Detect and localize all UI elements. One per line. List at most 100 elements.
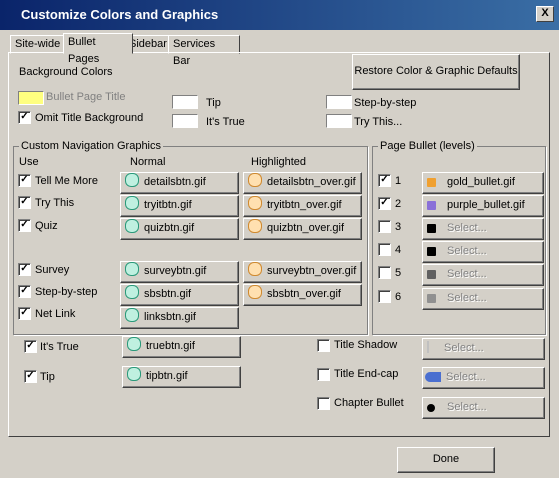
bullet-icon: [427, 247, 436, 256]
omit-title-background-checkbox[interactable]: ✓: [18, 111, 31, 124]
quiz-checkbox[interactable]: ✓: [18, 219, 31, 232]
file-name: tryitbtn_over.gif: [267, 199, 342, 211]
level-1-label: 1: [395, 175, 402, 187]
net-link-checkbox[interactable]: ✓: [18, 307, 31, 320]
lightbulb-icon: [125, 196, 139, 210]
survey-checkbox[interactable]: ✓: [18, 263, 31, 276]
close-button[interactable]: X: [536, 6, 554, 22]
tell-me-more-normal-button[interactable]: detailsbtn.gif: [120, 172, 239, 194]
level-4-checkbox[interactable]: [378, 243, 391, 256]
quiz-normal-button[interactable]: quizbtn.gif: [120, 218, 239, 240]
bullet-page-title-swatch[interactable]: [18, 91, 44, 105]
file-name: purple_bullet.gif: [447, 199, 525, 211]
tip-checkbox[interactable]: ✓: [24, 370, 37, 383]
survey-normal-button[interactable]: surveybtn.gif: [120, 261, 239, 283]
steps-icon: [248, 285, 262, 299]
step-by-step-normal-button[interactable]: sbsbtn.gif: [120, 284, 239, 306]
file-name: Select...: [447, 245, 487, 257]
level-3-select-button[interactable]: Select...: [422, 218, 544, 240]
omit-title-background-label: Omit Title Background: [35, 112, 144, 124]
tell-me-more-checkbox[interactable]: ✓: [18, 174, 31, 187]
chapter-bullet-select-button[interactable]: Select...: [422, 397, 545, 419]
window-title: Customize Colors and Graphics: [21, 7, 219, 22]
tab-bullet-pages[interactable]: Bullet Pages: [63, 33, 133, 65]
tip-color-swatch[interactable]: [172, 95, 198, 109]
file-name: surveybtn.gif: [144, 265, 207, 277]
level-3-checkbox[interactable]: [378, 220, 391, 233]
tab-label: Bullet Pages: [68, 36, 100, 65]
step-by-step-label: Step-by-step: [35, 286, 98, 298]
select-label: Select...: [444, 342, 484, 354]
level-5-label: 5: [395, 267, 402, 279]
chapter-bullet-label: Chapter Bullet: [334, 397, 404, 409]
file-name: sbsbtn.gif: [144, 288, 192, 300]
bullet-page-title-label: Bullet Page Title: [46, 91, 126, 103]
level-6-select-button[interactable]: Select...: [422, 288, 544, 310]
file-name: gold_bullet.gif: [447, 176, 515, 188]
column-normal-header: Normal: [130, 156, 166, 168]
try-this-highlighted-button[interactable]: tryitbtn_over.gif: [243, 195, 362, 217]
level-1-checkbox[interactable]: ✓: [378, 174, 391, 187]
level-5-select-button[interactable]: Select...: [422, 264, 544, 286]
tab-label: Sidebar: [129, 38, 167, 50]
its-true-checkbox[interactable]: ✓: [24, 340, 37, 353]
file-name: surveybtn_over.gif: [267, 265, 357, 277]
try-this-color-label: Try This...: [354, 116, 403, 128]
level-1-select-button[interactable]: gold_bullet.gif: [422, 172, 544, 194]
page-bullet-group-label: Page Bullet (levels): [378, 140, 477, 152]
steps-icon: [125, 285, 139, 299]
lightbulb-icon: [248, 196, 262, 210]
quiz-icon: [248, 219, 262, 233]
step-by-step-highlighted-button[interactable]: sbsbtn_over.gif: [243, 284, 362, 306]
try-this-checkbox[interactable]: ✓: [18, 196, 31, 209]
bullet-icon: [427, 270, 436, 279]
net-link-label: Net Link: [35, 308, 76, 320]
level-6-checkbox[interactable]: [378, 290, 391, 303]
title-endcap-checkbox[interactable]: [317, 368, 330, 381]
level-4-select-button[interactable]: Select...: [422, 241, 544, 263]
restore-defaults-button[interactable]: Restore Color & Graphic Defaults: [352, 54, 520, 90]
survey-label: Survey: [35, 264, 70, 276]
close-icon: X: [541, 7, 549, 19]
globe-icon: [248, 173, 262, 187]
survey-icon: [248, 262, 262, 276]
chapter-bullet-checkbox[interactable]: [317, 397, 330, 410]
select-label: Select...: [446, 371, 486, 383]
level-6-label: 6: [395, 291, 402, 303]
try-this-normal-button[interactable]: tryitbtn.gif: [120, 195, 239, 217]
bullet-icon: [427, 224, 436, 233]
tip-color-label: Tip: [206, 97, 221, 109]
title-endcap-select-button[interactable]: Select...: [422, 367, 545, 389]
title-shadow-checkbox[interactable]: [317, 339, 330, 352]
level-2-checkbox[interactable]: ✓: [378, 197, 391, 210]
endcap-icon: [425, 372, 441, 382]
quiz-highlighted-button[interactable]: quizbtn_over.gif: [243, 218, 362, 240]
step-by-step-checkbox[interactable]: ✓: [18, 285, 31, 298]
restore-defaults-label: Restore Color & Graphic Defaults: [354, 65, 518, 77]
survey-highlighted-button[interactable]: surveybtn_over.gif: [243, 261, 362, 283]
its-true-normal-button[interactable]: truebtn.gif: [122, 336, 241, 358]
level-5-checkbox[interactable]: [378, 266, 391, 279]
net-link-normal-button[interactable]: linksbtn.gif: [120, 307, 239, 329]
tip-normal-button[interactable]: tipbtn.gif: [122, 366, 241, 388]
level-2-select-button[interactable]: purple_bullet.gif: [422, 195, 544, 217]
title-shadow-select-button[interactable]: Select...: [422, 338, 545, 360]
its-true-label: It's True: [40, 341, 79, 353]
level-2-label: 2: [395, 198, 402, 210]
step-by-step-color-swatch[interactable]: [326, 95, 352, 109]
column-highlighted-header: Highlighted: [251, 156, 307, 168]
try-this-color-swatch[interactable]: [326, 114, 352, 128]
survey-icon: [125, 262, 139, 276]
bullet-icon: [427, 294, 436, 303]
select-label: Select...: [447, 401, 487, 413]
tell-me-more-label: Tell Me More: [35, 175, 98, 187]
file-name: Select...: [447, 222, 487, 234]
file-name: tryitbtn.gif: [144, 199, 192, 211]
done-button[interactable]: Done: [397, 447, 495, 473]
tell-me-more-highlighted-button[interactable]: detailsbtn_over.gif: [243, 172, 362, 194]
file-name: quizbtn_over.gif: [267, 222, 345, 234]
purple-bullet-icon: [427, 201, 436, 210]
tab-label: Site-wide: [15, 38, 61, 50]
its-true-color-swatch[interactable]: [172, 114, 198, 128]
title-bar: Customize Colors and Graphics X: [0, 0, 559, 30]
